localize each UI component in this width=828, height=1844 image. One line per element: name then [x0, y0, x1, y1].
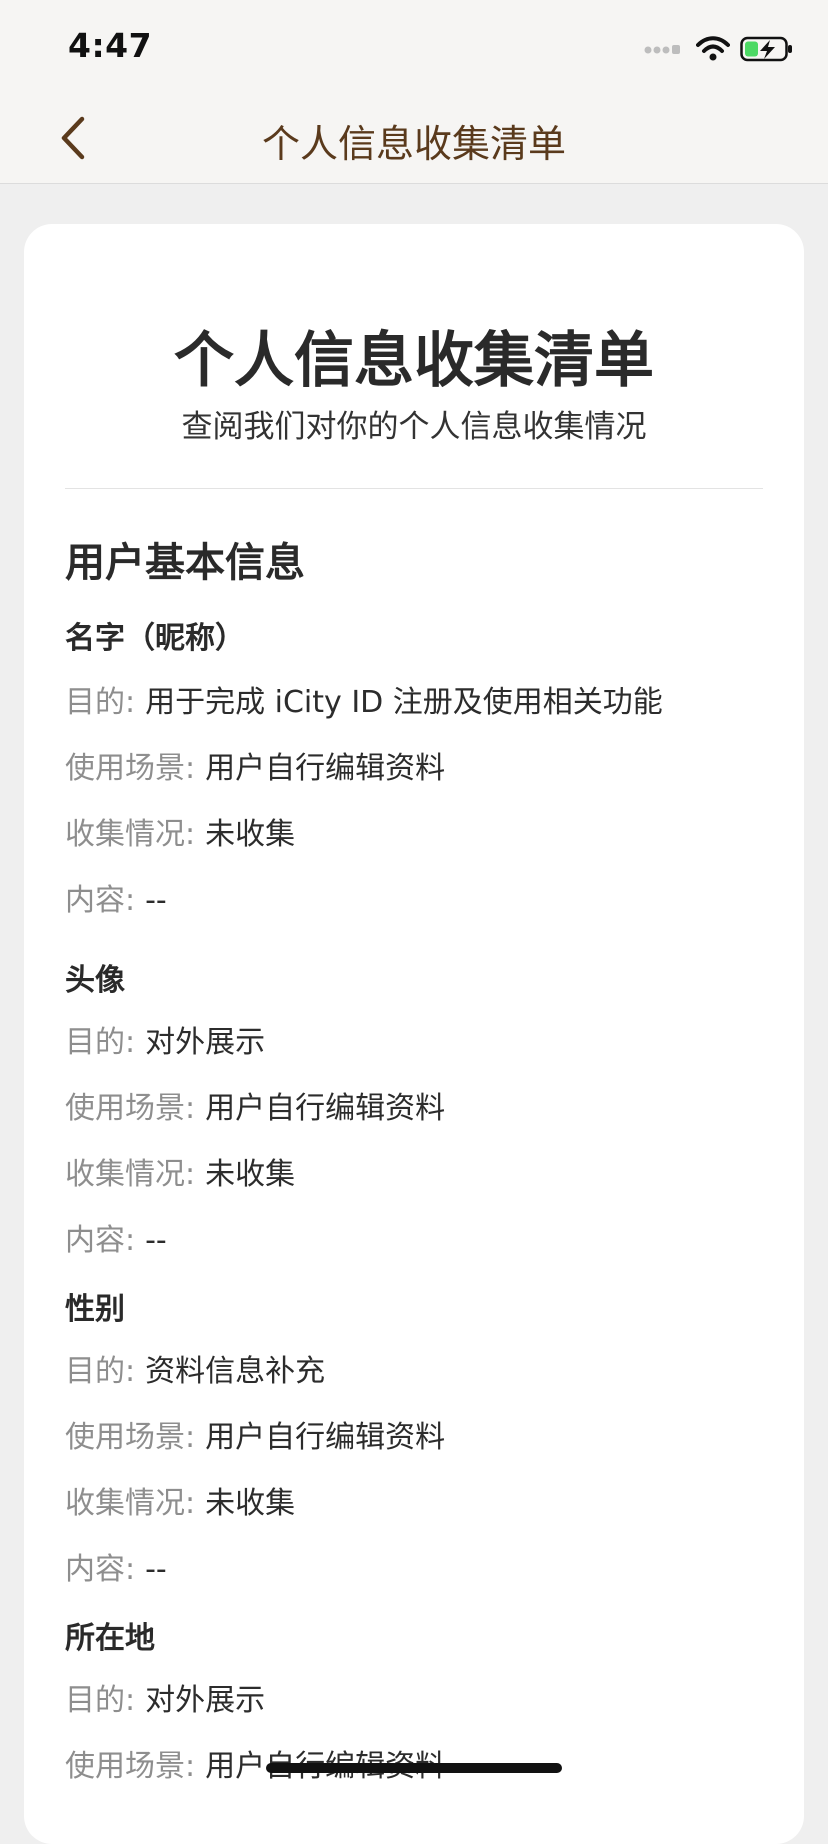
- nav-title: 个人信息收集清单: [261, 122, 566, 166]
- item-content-row: 内容: --: [65, 875, 167, 919]
- scene-value: 用户自行编辑资料: [205, 1420, 446, 1455]
- item-content-row: 内容: --: [65, 1215, 167, 1259]
- purpose-label: 目的:: [65, 1354, 136, 1389]
- item-name: 性别: [65, 1292, 125, 1327]
- item-scene-row: 使用场景: 用户自行编辑资料: [65, 1412, 445, 1456]
- scene-label: 使用场景:: [65, 751, 196, 786]
- item-purpose-row: 目的: 对外展示: [65, 1017, 265, 1061]
- purpose-value: 对外展示: [145, 1025, 266, 1060]
- navigation-bar: 4:47 个人信息收集清单: [0, 0, 828, 184]
- item-scene-row: 使用场景: 用户自行编辑资料: [65, 1083, 445, 1127]
- status-label: 收集情况:: [65, 1486, 196, 1521]
- content-label: 内容:: [65, 1223, 136, 1258]
- item-content-row: 内容: --: [65, 1544, 167, 1588]
- purpose-label: 目的:: [65, 1683, 136, 1718]
- divider: [65, 488, 763, 489]
- signal-dots-icon: [644, 45, 680, 54]
- purpose-label: 目的:: [65, 685, 136, 720]
- scene-value: 用户自行编辑资料: [205, 751, 446, 786]
- content-label: 内容:: [65, 1552, 136, 1587]
- purpose-label: 目的:: [65, 1025, 136, 1060]
- item-name: 头像: [65, 963, 125, 998]
- purpose-value: 用于完成 iCity ID 注册及使用相关功能: [145, 685, 663, 720]
- status-value: 未收集: [205, 1486, 296, 1521]
- purpose-value: 资料信息补充: [145, 1354, 326, 1389]
- item-purpose-row: 目的: 对外展示: [65, 1675, 265, 1719]
- home-indicator[interactable]: [266, 1763, 562, 1773]
- item-name: 所在地: [65, 1621, 155, 1656]
- status-label: 收集情况:: [65, 1157, 196, 1192]
- section-title: 用户基本信息: [65, 540, 305, 586]
- item-scene-row: 使用场景: 用户自行编辑资料: [65, 743, 445, 787]
- content-value: --: [145, 883, 167, 918]
- battery-charging-icon: [740, 36, 792, 62]
- item-purpose-row: 目的: 用于完成 iCity ID 注册及使用相关功能: [65, 677, 663, 721]
- purpose-value: 对外展示: [145, 1683, 266, 1718]
- item-purpose-row: 目的: 资料信息补充: [65, 1346, 325, 1390]
- status-icons: [644, 34, 794, 64]
- content-value: --: [145, 1552, 167, 1587]
- item-status-row: 收集情况: 未收集: [65, 809, 295, 853]
- scene-label: 使用场景:: [65, 1420, 196, 1455]
- content-value: --: [145, 1223, 167, 1258]
- card-subtitle: 查阅我们对你的个人信息收集情况: [181, 409, 647, 445]
- scene-value: 用户自行编辑资料: [205, 1091, 446, 1126]
- scene-label: 使用场景:: [65, 1091, 196, 1126]
- item-status-row: 收集情况: 未收集: [65, 1478, 295, 1522]
- card-title: 个人信息收集清单: [174, 326, 654, 396]
- item-status-row: 收集情况: 未收集: [65, 1149, 295, 1193]
- status-label: 收集情况:: [65, 817, 196, 852]
- status-value: 未收集: [205, 817, 296, 852]
- status-time: 4:47: [68, 26, 153, 65]
- status-value: 未收集: [205, 1157, 296, 1192]
- scene-label: 使用场景:: [65, 1749, 196, 1784]
- content-label: 内容:: [65, 883, 136, 918]
- item-name: 名字（昵称）: [65, 621, 245, 656]
- wifi-icon: [696, 36, 730, 61]
- info-card: 个人信息收集清单 查阅我们对你的个人信息收集情况 用户基本信息 名字（昵称） 目…: [24, 224, 804, 1844]
